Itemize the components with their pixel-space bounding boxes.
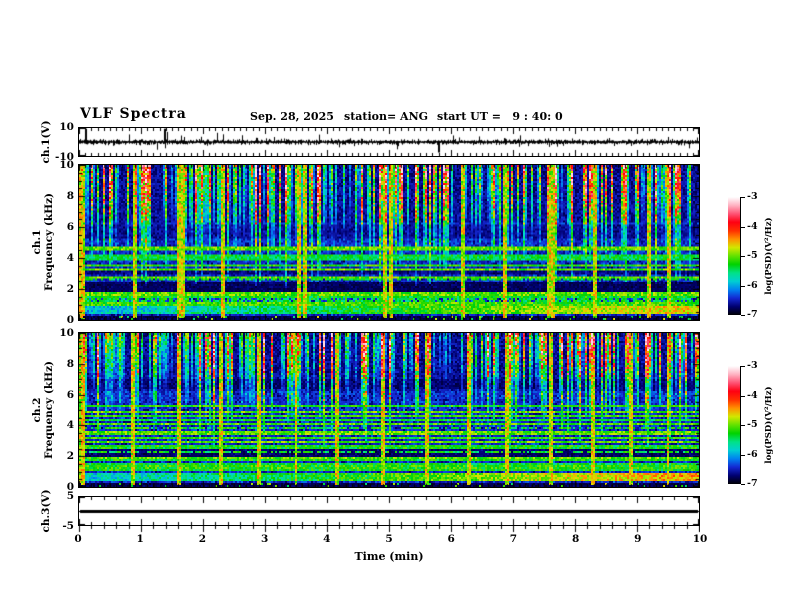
freq-tick-label: 10 [59, 159, 74, 171]
time-tick-label: 1 [136, 533, 144, 545]
ch2-spectrogram-panel [78, 332, 700, 488]
freq-tick-label: 2 [66, 450, 74, 462]
colorbar-2 [728, 366, 741, 484]
colorbar-tick-label: -3 [747, 360, 758, 371]
freq-tick-label: 0 [66, 314, 74, 326]
ch3v-axis-title: ch.3(V) [40, 489, 52, 533]
spec2-axis-title-line2: Frequency (kHz) [43, 360, 55, 460]
time-tick-label: 2 [198, 533, 207, 545]
spec2-axis-title: ch.2 Frequency (kHz) [31, 361, 55, 459]
colorbar-tick [741, 455, 745, 456]
time-tick-label: 9 [634, 533, 642, 545]
header-date: Sep. 28, 2025 [250, 110, 334, 123]
figure-title: VLF Spectra [80, 106, 187, 122]
spec1-axis-title: ch.1 Frequency (kHz) [31, 193, 55, 291]
time-tick-label: 4 [323, 533, 331, 545]
colorbar-tick [741, 484, 745, 485]
ch1-voltage-panel [78, 127, 700, 157]
time-tick-label: 0 [74, 533, 82, 545]
colorbar-tick-label: -6 [747, 449, 758, 460]
time-tick-label: 6 [447, 533, 455, 545]
colorbar-tick-label: -6 [747, 280, 758, 291]
colorbar-tick [741, 227, 745, 228]
spec2-axis-title-line1: ch.2 [31, 397, 43, 423]
colorbar-tick [741, 256, 745, 257]
colorbar-tick [741, 396, 745, 397]
vlf-spectra-figure: VLF Spectra Sep. 28, 2025 station= ANG s… [0, 0, 792, 612]
freq-tick-label: 4 [66, 252, 74, 264]
ch1-spectrogram-ticks-canvas [79, 165, 699, 320]
colorbar-tick-label: -3 [747, 191, 758, 202]
time-tick-label: 5 [385, 533, 393, 545]
ch3-voltage-panel [78, 496, 700, 526]
ch1-voltage-waveform-canvas [79, 128, 699, 156]
colorbar-tick [741, 315, 745, 316]
freq-tick-label: 4 [66, 419, 74, 431]
ch1-spectrogram-panel [78, 164, 700, 321]
freq-tick-label: 6 [66, 389, 74, 401]
colorbar-tick [741, 425, 745, 426]
colorbar-tick-label: -7 [747, 478, 758, 489]
freq-tick-label: 2 [66, 283, 74, 295]
ch3-voltage-waveform-canvas [79, 497, 699, 525]
colorbar-tick [741, 366, 745, 367]
x-axis-title: Time (min) [354, 550, 424, 563]
spec1-axis-title-line1: ch.1 [31, 229, 43, 255]
ch2-spectrogram-ticks-canvas [79, 333, 699, 487]
colorbar-1 [728, 197, 741, 315]
colorbar-tick-label: -5 [747, 419, 758, 430]
time-tick-label: 7 [509, 533, 518, 545]
colorbar-tick-label: -5 [747, 250, 758, 261]
freq-tick-label: 8 [66, 358, 74, 370]
freq-tick-label: 0 [66, 481, 74, 493]
time-tick-label: 10 [692, 533, 708, 545]
freq-tick-label: 10 [59, 327, 74, 339]
colorbar-tick-label: -7 [747, 309, 758, 320]
header-station: station= ANG [344, 110, 429, 123]
colorbar-tick-label: -4 [747, 221, 758, 232]
freq-tick-label: 6 [66, 221, 74, 233]
header-start-ut: start UT = 9 : 40: 0 [437, 110, 563, 123]
freq-tick-label: 8 [66, 190, 74, 202]
ch1v-axis-title: ch.1(V) [40, 120, 52, 164]
colorbar-tick [741, 197, 745, 198]
time-tick-label: 8 [571, 533, 580, 545]
colorbar-tick-label: -4 [747, 390, 758, 401]
time-tick-label: 3 [260, 533, 269, 545]
colorbar-tick [741, 286, 745, 287]
spec1-axis-title-line2: Frequency (kHz) [43, 192, 55, 292]
